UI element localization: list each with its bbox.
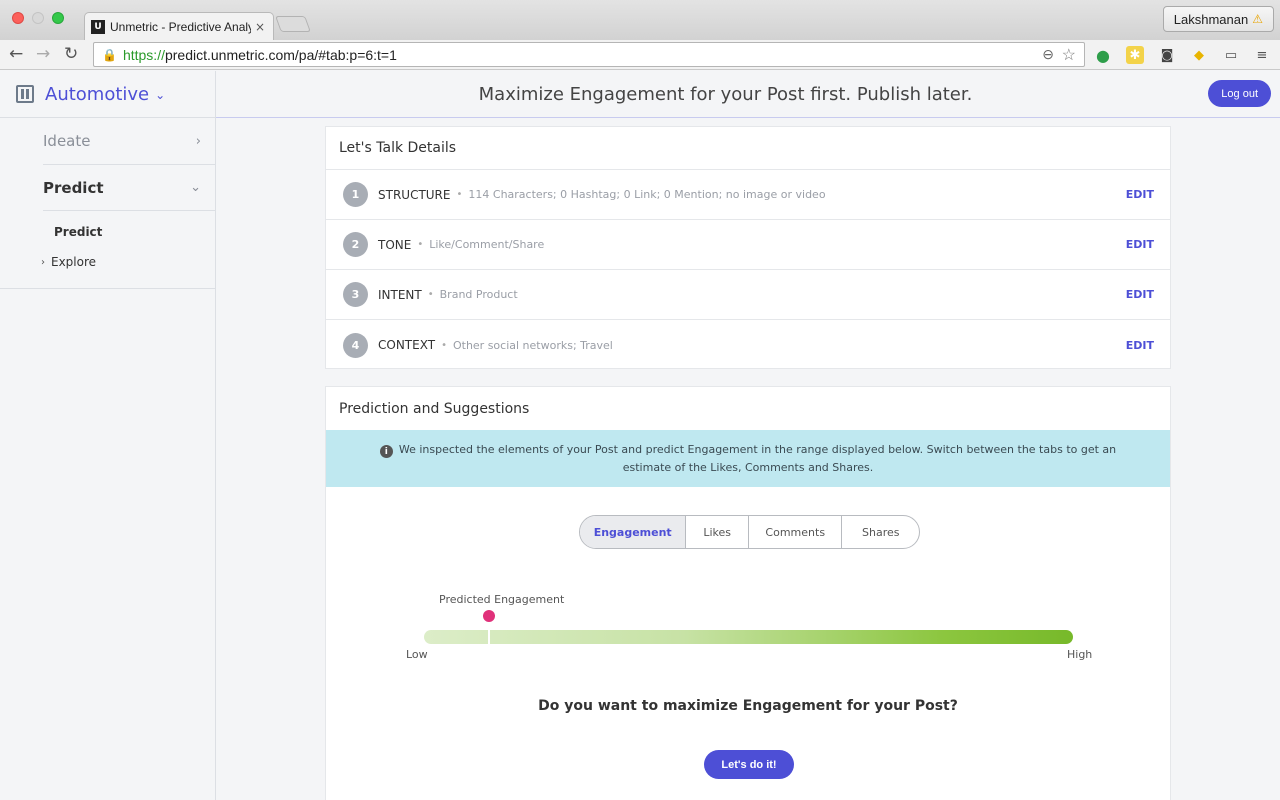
separator-dot: • bbox=[417, 239, 424, 250]
menu-icon[interactable]: ≡ bbox=[1253, 46, 1271, 64]
maximize-window-button[interactable] bbox=[52, 12, 64, 24]
gauge-marker bbox=[482, 610, 495, 622]
url-scheme: https:// bbox=[122, 46, 165, 63]
edit-structure-button[interactable]: EDIT bbox=[1126, 188, 1154, 201]
detail-label: INTENT bbox=[378, 287, 422, 302]
puzzle-extension-icon[interactable]: ✱ bbox=[1126, 46, 1144, 64]
back-arrow-icon[interactable]: ← bbox=[9, 44, 23, 64]
close-window-button[interactable] bbox=[12, 12, 24, 24]
gauge-high-label: High bbox=[1067, 648, 1093, 661]
engagement-gauge-bar bbox=[424, 630, 1073, 644]
pocket-extension-icon[interactable]: ◙ bbox=[1158, 46, 1176, 64]
sidebar: Automotive ⌄ Ideate › Predict ⌄ Predict … bbox=[0, 71, 216, 800]
chevron-right-icon: › bbox=[41, 256, 45, 268]
gauge-tick bbox=[487, 630, 490, 644]
new-tab-button[interactable] bbox=[275, 16, 311, 32]
address-bar[interactable]: 🔒 https:// predict.unmetric.com/pa/#tab:… bbox=[93, 42, 1085, 67]
detail-value: 114 Characters; 0 Hashtag; 0 Link; 0 Men… bbox=[468, 188, 826, 201]
sidebar-divider bbox=[0, 288, 215, 289]
sidebar-item-predict[interactable]: Predict ⌄ bbox=[43, 165, 215, 211]
reload-icon[interactable]: ↻ bbox=[64, 44, 78, 64]
profile-button[interactable]: Lakshmanan ⚠ bbox=[1162, 6, 1274, 32]
warning-icon: ⚠ bbox=[1252, 12, 1263, 26]
sidebar-item-label: Predict bbox=[43, 178, 104, 197]
unmetric-favicon-icon: U bbox=[91, 19, 105, 34]
star-icon[interactable]: ☆ bbox=[1062, 45, 1076, 65]
minimize-window-button[interactable] bbox=[32, 12, 44, 24]
unmetric-logo-icon bbox=[16, 85, 34, 103]
tab-title: Unmetric - Predictive Analy bbox=[110, 19, 251, 34]
prediction-card: Prediction and Suggestions i We inspected… bbox=[325, 386, 1171, 800]
chat-extension-icon[interactable]: ◆ bbox=[1190, 46, 1208, 64]
browser-titlebar: U Unmetric - Predictive Analy × Lakshman… bbox=[0, 0, 1280, 40]
tab-engagement[interactable]: Engagement bbox=[580, 516, 687, 548]
detail-label: STRUCTURE bbox=[378, 187, 451, 202]
tab-likes[interactable]: Likes bbox=[686, 516, 750, 548]
lock-icon: 🔒 bbox=[102, 47, 117, 62]
app: Automotive ⌄ Ideate › Predict ⌄ Predict … bbox=[0, 71, 1280, 800]
profile-name: Lakshmanan bbox=[1173, 11, 1249, 27]
tab-shares[interactable]: Shares bbox=[842, 516, 919, 548]
tab-comments[interactable]: Comments bbox=[749, 516, 843, 548]
chevron-down-icon: ⌄ bbox=[190, 180, 201, 195]
step-number: 1 bbox=[343, 182, 368, 207]
step-number: 2 bbox=[343, 232, 368, 257]
browser-toolbar: ← → ↻ 🔒 https:// predict.unmetric.com/pa… bbox=[0, 40, 1280, 70]
detail-row-tone: 2 TONE • Like/Comment/Share EDIT bbox=[326, 220, 1170, 270]
step-number: 4 bbox=[343, 332, 368, 358]
step-number: 3 bbox=[343, 282, 368, 307]
prediction-title: Prediction and Suggestions bbox=[339, 400, 530, 417]
details-card: Let's Talk Details 1 STRUCTURE • 114 Cha… bbox=[325, 126, 1171, 369]
chevron-right-icon: › bbox=[195, 133, 201, 149]
browser-tab[interactable]: U Unmetric - Predictive Analy × bbox=[84, 12, 274, 40]
brand-switcher[interactable]: Automotive ⌄ bbox=[0, 71, 215, 118]
edit-tone-button[interactable]: EDIT bbox=[1126, 238, 1154, 251]
detail-value: Brand Product bbox=[439, 288, 518, 301]
cast-icon[interactable]: ▭ bbox=[1222, 46, 1240, 64]
logout-button[interactable]: Log out bbox=[1208, 80, 1271, 107]
chevron-down-icon: ⌄ bbox=[155, 88, 166, 102]
maximize-question: Do you want to maximize Engagement for y… bbox=[538, 698, 958, 714]
url-path: predict.unmetric.com/pa/#tab:p=6:t=1 bbox=[164, 46, 397, 63]
info-banner: i We inspected the elements of your Post … bbox=[326, 430, 1170, 487]
info-message: We inspected the elements of your Post a… bbox=[398, 442, 1117, 474]
forward-arrow-icon[interactable]: → bbox=[36, 44, 50, 64]
separator-dot: • bbox=[427, 289, 434, 300]
brand-name: Automotive bbox=[45, 83, 150, 105]
subnav-item-label: Explore bbox=[51, 255, 97, 269]
metric-tabs: Engagement Likes Comments Shares bbox=[579, 515, 920, 549]
detail-value: Other social networks; Travel bbox=[452, 338, 613, 352]
details-title: Let's Talk Details bbox=[326, 127, 1170, 170]
gauge-label: Predicted Engagement bbox=[439, 593, 565, 606]
hangouts-extension-icon[interactable]: ● bbox=[1094, 46, 1112, 65]
detail-row-intent: 3 INTENT • Brand Product EDIT bbox=[326, 270, 1170, 320]
detail-label: CONTEXT bbox=[378, 338, 436, 352]
separator-dot: • bbox=[456, 189, 463, 200]
detail-row-structure: 1 STRUCTURE • 114 Characters; 0 Hashtag;… bbox=[326, 170, 1170, 220]
page-title: Maximize Engagement for your Post first.… bbox=[478, 83, 973, 105]
sidebar-item-label: Ideate bbox=[43, 132, 91, 150]
edit-intent-button[interactable]: EDIT bbox=[1126, 288, 1154, 301]
zoom-icon[interactable]: ⊖ bbox=[1042, 46, 1054, 63]
detail-label: TONE bbox=[378, 237, 412, 252]
gauge-low-label: Low bbox=[406, 648, 428, 661]
info-text: i We inspected the elements of your Post … bbox=[364, 441, 1132, 477]
edit-context-button[interactable]: EDIT bbox=[1126, 339, 1154, 352]
info-icon: i bbox=[379, 445, 393, 458]
separator-dot: • bbox=[441, 339, 447, 351]
subnav-item-predict[interactable]: Predict bbox=[54, 225, 102, 239]
lets-do-it-button[interactable]: Let's do it! bbox=[704, 750, 794, 779]
detail-row-context: 4 CONTEXT • Other social networks; Trave… bbox=[326, 320, 1170, 370]
detail-value: Like/Comment/Share bbox=[429, 238, 545, 251]
subnav-item-explore[interactable]: › Explore bbox=[41, 255, 96, 269]
sidebar-item-ideate[interactable]: Ideate › bbox=[43, 118, 215, 165]
tab-close-icon[interactable]: × bbox=[255, 20, 265, 34]
page-header: Maximize Engagement for your Post first.… bbox=[216, 71, 1280, 118]
